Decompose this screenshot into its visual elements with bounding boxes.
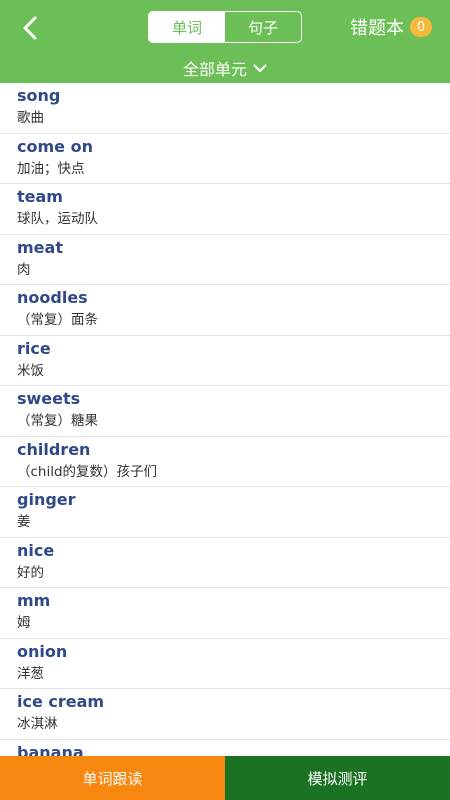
list-item[interactable]: song 歌曲 — [0, 83, 450, 134]
list-item[interactable]: ginger 姜 — [0, 487, 450, 538]
word-text: sweets — [17, 389, 81, 408]
word-follow-read-button[interactable]: 单词跟读 — [0, 756, 225, 800]
word-meaning: 姆 — [17, 615, 31, 631]
unit-dropdown[interactable]: 全部单元 — [0, 56, 450, 80]
word-meaning: 球队，运动队 — [17, 211, 98, 227]
back-button[interactable] — [14, 12, 46, 44]
list-item[interactable]: sweets （常复）糖果 — [0, 386, 450, 437]
list-item[interactable]: nice 好的 — [0, 538, 450, 588]
list-item[interactable]: mm 姆 — [0, 588, 450, 639]
word-text: nice — [17, 540, 55, 560]
top-bar: 单词 句子 错题本 0 全部单元 — [0, 0, 450, 83]
list-item[interactable]: rice 米饭 — [0, 336, 450, 386]
list-item[interactable]: onion 洋葱 — [0, 639, 450, 689]
word-meaning: （常复）糖果 — [17, 413, 98, 429]
list-item[interactable]: ice cream 冰淇淋 — [0, 689, 450, 740]
word-text: children — [17, 439, 91, 459]
word-meaning: （child的复数）孩子们 — [17, 463, 158, 480]
mode-switch: 单词 句子 — [148, 11, 302, 43]
list-item[interactable]: noodles （常复）面条 — [0, 285, 450, 336]
word-text: ice cream — [17, 692, 105, 711]
word-text: banana — [17, 742, 84, 757]
word-list: song 歌曲 come on 加油；快点 team 球队，运动队 meat 肉 noodles… — [0, 83, 450, 756]
word-meaning: 洋葱 — [17, 665, 44, 682]
tab-words[interactable]: 单词 — [149, 12, 225, 42]
word-meaning: 好的 — [17, 564, 44, 581]
word-text: come on — [17, 136, 93, 156]
word-meaning: 加油；快点 — [17, 160, 85, 177]
list-item[interactable]: meat 肉 — [0, 235, 450, 285]
chevron-left-icon — [23, 16, 37, 40]
wrongbook-count-badge: 0 — [410, 17, 432, 37]
list-item[interactable]: come on 加油；快点 — [0, 134, 450, 184]
word-text: onion — [17, 641, 68, 661]
list-item[interactable]: team 球队，运动队 — [0, 184, 450, 235]
word-text: ginger — [17, 490, 76, 509]
bottom-bar: 单词跟读 模拟测评 — [0, 756, 450, 800]
word-text: rice — [17, 338, 51, 358]
word-text: song — [17, 86, 61, 105]
mock-test-button[interactable]: 模拟测评 — [225, 756, 450, 800]
word-text: team — [17, 187, 63, 206]
word-text: noodles — [17, 288, 88, 307]
tab-sentences[interactable]: 句子 — [225, 12, 301, 42]
word-text: meat — [17, 237, 63, 257]
unit-dropdown-label: 全部单元 — [182, 60, 247, 79]
word-meaning: 冰淇淋 — [17, 716, 58, 732]
wrongbook-button[interactable]: 错题本 0 — [350, 14, 432, 40]
word-meaning: （常复）面条 — [17, 312, 98, 328]
wrongbook-label: 错题本 — [350, 18, 404, 39]
list-item[interactable]: banana — [0, 740, 450, 757]
word-meaning: 米饭 — [17, 362, 44, 379]
chevron-down-icon — [253, 64, 267, 73]
word-meaning: 肉 — [17, 261, 31, 278]
word-meaning: 姜 — [17, 514, 31, 530]
list-item[interactable]: children （child的复数）孩子们 — [0, 437, 450, 487]
word-meaning: 歌曲 — [17, 110, 44, 126]
word-text: mm — [17, 591, 51, 610]
